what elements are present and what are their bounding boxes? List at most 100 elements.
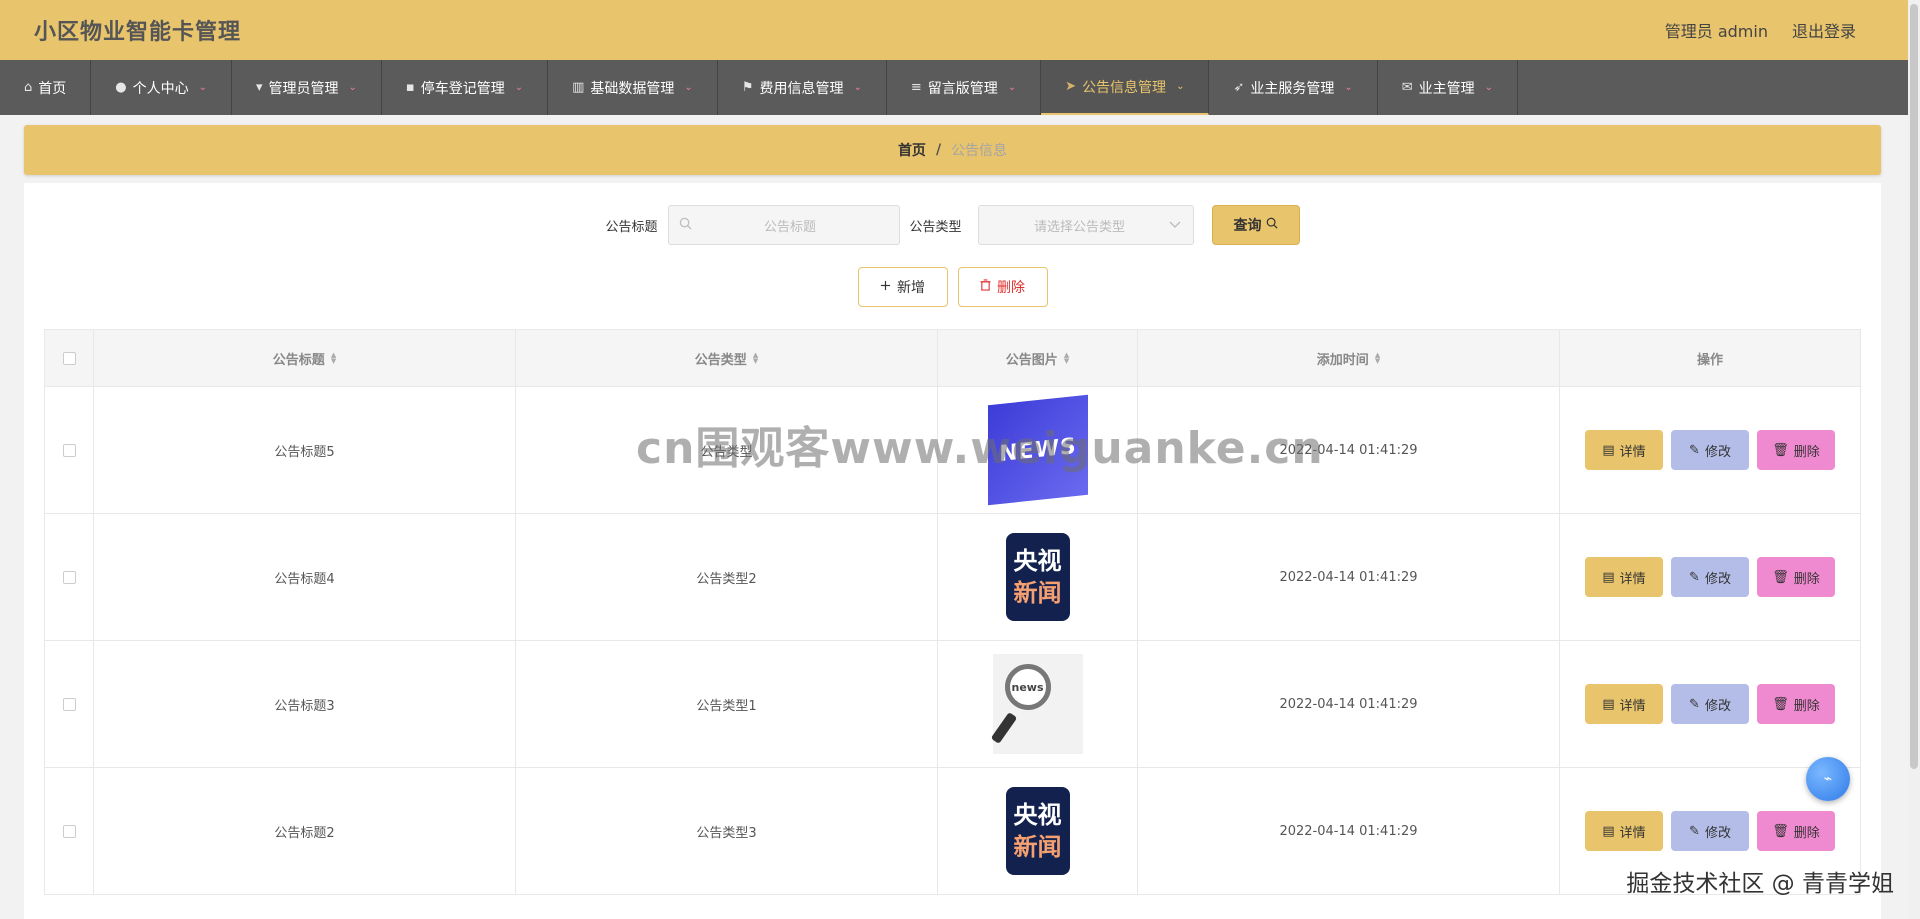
cell-type-text: 公告类型	[700, 444, 753, 460]
header-title[interactable]: 公告标题 ▲ ▼	[94, 330, 516, 386]
page-scrollbar[interactable]	[1908, 0, 1920, 919]
nav-item-4[interactable]: ▥ 基础数据管理 ⌄	[548, 60, 718, 115]
breadcrumb-home[interactable]: 首页	[898, 140, 926, 160]
table-row: 公告标题3 公告类型1 news 2022-04-14 01:41:29 ▤ 详情 ✎ 修改 🗑…	[45, 640, 1860, 767]
footer-watermark: 掘金技术社区 @ 青青学姐	[1626, 871, 1894, 897]
cell-type-text: 公告类型2	[696, 571, 757, 587]
admin-user-label[interactable]: 管理员 admin	[1665, 18, 1768, 42]
delete-button-label: 删除	[1793, 698, 1820, 714]
news-thumbnail-image: NEWS	[987, 394, 1088, 506]
row-checkbox[interactable]	[62, 570, 76, 584]
edit-button[interactable]: ✎ 修改	[1671, 684, 1749, 724]
chat-icon: ▪	[405, 80, 415, 95]
scrollbar-thumb[interactable]	[1910, 4, 1918, 769]
magnifier-thumbnail-image: news	[990, 654, 1083, 754]
delete-button[interactable]: 🗑 删除	[1757, 430, 1835, 470]
batch-delete-button[interactable]: 删除	[957, 267, 1048, 307]
nav-item-label: 首页	[38, 80, 67, 97]
delete-button-label: 删除	[1793, 444, 1820, 460]
header-time[interactable]: 添加时间 ▲ ▼	[1138, 330, 1560, 386]
thumbnail[interactable]: news	[988, 654, 1088, 754]
select-all-checkbox[interactable]	[62, 351, 76, 365]
edit-button[interactable]: ✎ 修改	[1671, 557, 1749, 597]
detail-button-label: 详情	[1619, 571, 1646, 587]
detail-button-label: 详情	[1619, 444, 1646, 460]
thumbnail[interactable]: 央视 新闻	[988, 527, 1088, 627]
nav-item-1[interactable]: ● 个人中心 ⌄	[91, 60, 232, 115]
cell-title-text: 公告标题3	[274, 698, 335, 714]
header-ops: 操作	[1560, 330, 1860, 386]
row-select-cell	[45, 641, 94, 767]
nav-item-8[interactable]: ➶ 业主服务管理 ⌄	[1209, 60, 1378, 115]
cell-time-text: 2022-04-14 01:41:29	[1279, 696, 1418, 712]
title-search-input[interactable]: 公告标题	[667, 205, 900, 245]
table-header: 公告标题 ▲ ▼ 公告类型 ▲ ▼ 公告图片 ▲ ▼ 添加时间 ▲ ▼ 操作	[45, 330, 1860, 386]
document-icon: ▤	[1602, 823, 1615, 839]
row-checkbox[interactable]	[62, 697, 76, 711]
cell-type-text: 公告类型3	[696, 825, 757, 841]
chevron-down-icon: ⌄	[1176, 81, 1185, 92]
nav-item-0[interactable]: ⌂ 首页	[0, 60, 92, 115]
thumbnail[interactable]: 央视 新闻	[988, 781, 1088, 881]
add-button[interactable]: 新增	[857, 267, 948, 307]
row-checkbox[interactable]	[62, 824, 76, 838]
thumbnail[interactable]: NEWS	[987, 394, 1088, 506]
document-icon: ▤	[1602, 442, 1615, 458]
add-button-label: 新增	[897, 280, 925, 296]
cell-type: 公告类型1	[516, 641, 938, 767]
cell-type-text: 公告类型1	[696, 698, 757, 714]
edit-button-label: 修改	[1704, 444, 1731, 460]
nav-item-3[interactable]: ▪ 停车登记管理 ⌄	[382, 60, 549, 115]
header-type[interactable]: 公告类型 ▲ ▼	[516, 330, 938, 386]
cell-title-text: 公告标题4	[274, 571, 335, 587]
pencil-icon: ✎	[1689, 823, 1700, 839]
cell-time: 2022-04-14 01:41:29	[1138, 514, 1560, 640]
edit-button-label: 修改	[1704, 698, 1731, 714]
logout-link[interactable]: 退出登录	[1792, 18, 1856, 42]
nav-item-2[interactable]: ▾ 管理员管理 ⌄	[232, 60, 382, 115]
row-checkbox[interactable]	[62, 443, 76, 457]
type-select[interactable]: 请选择公告类型	[977, 205, 1194, 245]
cell-title: 公告标题5	[94, 387, 516, 513]
row-select-cell	[45, 514, 94, 640]
detail-button[interactable]: ▤ 详情	[1585, 430, 1663, 470]
nav-item-label: 留言版管理	[927, 80, 998, 97]
header-ops-label: 操作	[1696, 352, 1723, 368]
nav-item-5[interactable]: ⚑ 费用信息管理 ⌄	[718, 60, 887, 115]
chevron-down-icon	[1169, 218, 1181, 233]
user-icon: ●	[115, 80, 127, 95]
nav-item-label: 业主管理	[1418, 80, 1475, 97]
title-search-label: 公告标题	[605, 219, 658, 235]
cctv-image-text-top: 央视	[1013, 547, 1062, 575]
batch-delete-label: 删除	[997, 280, 1025, 296]
title-search-placeholder: 公告标题	[763, 219, 816, 235]
search-bar: 公告标题 公告标题 公告类型 请选择公告类型 查询	[24, 205, 1881, 245]
detail-button[interactable]: ▤ 详情	[1585, 557, 1663, 597]
magnifier-lens: news	[1004, 664, 1051, 710]
query-button[interactable]: 查询	[1211, 205, 1300, 245]
detail-button[interactable]: ▤ 详情	[1585, 811, 1663, 851]
nav-item-6[interactable]: ≡ 留言版管理 ⌄	[887, 60, 1042, 115]
delete-button[interactable]: 🗑 删除	[1757, 811, 1835, 851]
delete-button[interactable]: 🗑 删除	[1757, 557, 1835, 597]
trash-icon: 🗑	[1772, 696, 1789, 712]
nav-item-9[interactable]: ✉ 业主管理 ⌄	[1378, 60, 1519, 115]
cctv-image-text-bottom: 新闻	[1013, 579, 1062, 607]
cell-ops: ▤ 详情 ✎ 修改 🗑 删除	[1560, 514, 1860, 640]
cell-ops: ▤ 详情 ✎ 修改 🗑 删除	[1560, 387, 1860, 513]
nav-item-7[interactable]: ➤ 公告信息管理 ⌄	[1041, 60, 1210, 115]
floating-assistant-button[interactable]: ⌁	[1806, 757, 1850, 801]
edit-button[interactable]: ✎ 修改	[1671, 811, 1749, 851]
cell-image: NEWS	[938, 387, 1138, 513]
magnifier-handle	[990, 712, 1017, 744]
row-select-cell	[45, 387, 94, 513]
cell-title-text: 公告标题5	[274, 444, 335, 460]
delete-button[interactable]: 🗑 删除	[1757, 684, 1835, 724]
nav-item-label: 管理员管理	[268, 80, 339, 97]
detail-button[interactable]: ▤ 详情	[1585, 684, 1663, 724]
header-image[interactable]: 公告图片 ▲ ▼	[938, 330, 1138, 386]
nav-item-label: 费用信息管理	[759, 80, 844, 97]
header-time-label: 添加时间	[1316, 352, 1369, 368]
edit-button[interactable]: ✎ 修改	[1671, 430, 1749, 470]
chevron-down-icon: ⌄	[1344, 82, 1353, 93]
